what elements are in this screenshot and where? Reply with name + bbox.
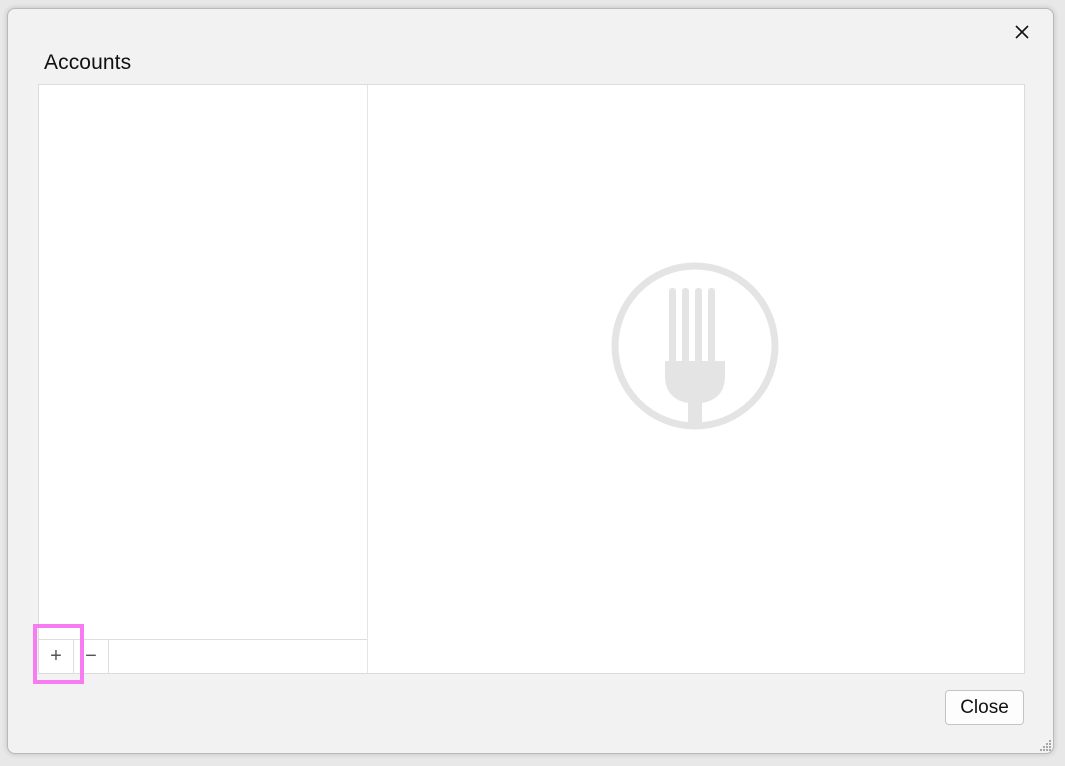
plus-icon: + xyxy=(50,645,62,667)
resize-grip[interactable] xyxy=(1038,737,1052,751)
close-icon[interactable] xyxy=(1009,19,1035,45)
add-account-button[interactable]: + xyxy=(39,640,74,673)
accounts-dialog: Accounts + − Close xyxy=(7,8,1054,754)
fork-icon xyxy=(610,261,780,431)
close-button[interactable]: Close xyxy=(945,690,1024,725)
accounts-panel: + − xyxy=(33,84,1025,684)
remove-account-button[interactable]: − xyxy=(74,640,109,673)
dialog-title: Accounts xyxy=(44,51,132,74)
account-detail-pane xyxy=(368,85,1024,673)
minus-icon: − xyxy=(85,645,97,667)
list-toolbar: + − xyxy=(33,624,367,684)
accounts-list[interactable] xyxy=(39,85,367,639)
accounts-list-pane: + − xyxy=(33,85,368,684)
